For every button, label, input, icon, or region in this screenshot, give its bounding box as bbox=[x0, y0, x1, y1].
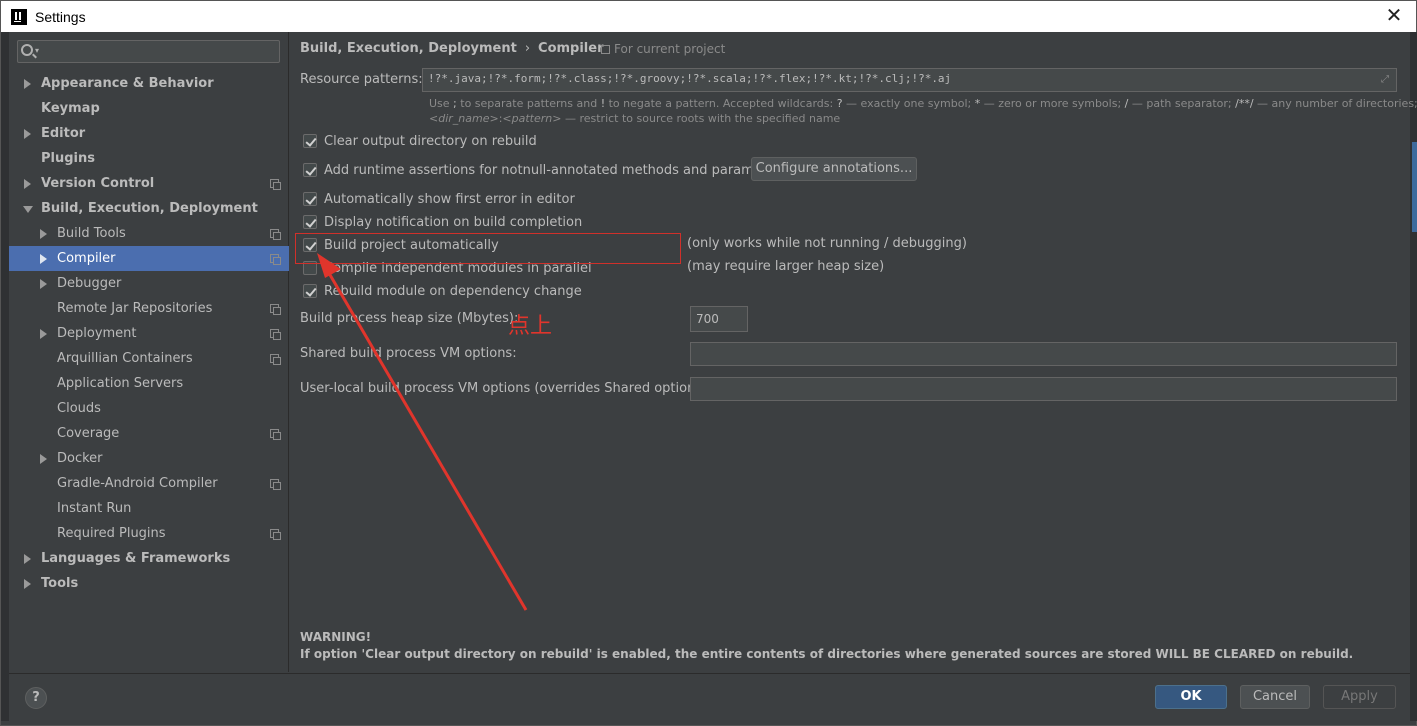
expand-arrow-icon[interactable] bbox=[24, 79, 31, 89]
resource-patterns-label: Resource patterns: bbox=[300, 72, 423, 87]
rebuild-dependency-option[interactable]: Rebuild module on dependency change bbox=[303, 282, 582, 300]
runtime-assertions-option[interactable]: Add runtime assertions for notnull-annot… bbox=[303, 161, 787, 179]
expand-arrow-icon[interactable] bbox=[40, 229, 47, 239]
breadcrumb-separator: › bbox=[524, 41, 531, 56]
collapse-arrow-icon[interactable] bbox=[23, 206, 33, 213]
breadcrumb-current: Compiler bbox=[538, 41, 604, 56]
expand-arrow-icon[interactable] bbox=[40, 454, 47, 464]
sidebar-item-editor[interactable]: Editor bbox=[9, 121, 289, 146]
sidebar-item-languages-frameworks[interactable]: Languages & Frameworks bbox=[9, 546, 289, 571]
settings-sidebar: ▾ Appearance & Behavior Keymap Editor Pl… bbox=[9, 32, 289, 672]
resource-patterns-input[interactable]: !?*.java;!?*.form;!?*.class;!?*.groovy;!… bbox=[422, 68, 1397, 92]
expand-arrow-icon[interactable] bbox=[24, 129, 31, 139]
expand-arrow-icon[interactable] bbox=[40, 254, 47, 264]
display-notification-option[interactable]: Display notification on build completion bbox=[303, 213, 582, 231]
project-scope-icon bbox=[270, 329, 281, 340]
settings-tree: Appearance & Behavior Keymap Editor Plug… bbox=[9, 71, 289, 596]
expand-arrow-icon[interactable] bbox=[24, 579, 31, 589]
shared-vm-input[interactable] bbox=[690, 342, 1397, 366]
sidebar-item-docker[interactable]: Docker bbox=[9, 446, 289, 471]
right-edge bbox=[1410, 32, 1417, 721]
expand-arrow-icon[interactable] bbox=[24, 554, 31, 564]
scope-label: For current project bbox=[601, 42, 725, 56]
help-icon[interactable]: ? bbox=[25, 687, 47, 709]
sidebar-item-plugins[interactable]: Plugins bbox=[9, 146, 289, 171]
compiler-settings-panel: Build, Execution, Deployment › Compiler Fo… bbox=[290, 32, 1417, 672]
highlight-box bbox=[295, 233, 681, 264]
breadcrumb-parent: Build, Execution, Deployment bbox=[300, 41, 517, 56]
sidebar-item-debugger[interactable]: Debugger bbox=[9, 271, 289, 296]
intellij-logo-icon bbox=[11, 8, 27, 25]
sidebar-item-compiler[interactable]: Compiler bbox=[9, 246, 289, 271]
user-vm-input[interactable] bbox=[690, 377, 1397, 401]
sidebar-item-coverage[interactable]: Coverage bbox=[9, 421, 289, 446]
project-scope-icon bbox=[270, 529, 281, 540]
shared-vm-label: Shared build process VM options: bbox=[300, 346, 517, 361]
sidebar-item-deployment[interactable]: Deployment bbox=[9, 321, 289, 346]
sidebar-item-remote-jar-repositories[interactable]: Remote Jar Repositories bbox=[9, 296, 289, 321]
search-icon bbox=[21, 44, 33, 56]
search-input[interactable]: ▾ bbox=[17, 40, 280, 63]
cancel-button[interactable]: Cancel bbox=[1240, 685, 1310, 709]
sidebar-item-build-tools[interactable]: Build Tools bbox=[9, 221, 289, 246]
sidebar-item-required-plugins[interactable]: Required Plugins bbox=[9, 521, 289, 546]
sidebar-item-gradle-android-compiler[interactable]: Gradle-Android Compiler bbox=[9, 471, 289, 496]
display-notification-checkbox[interactable] bbox=[303, 215, 317, 229]
configure-annotations-button[interactable]: Configure annotations... bbox=[751, 157, 917, 181]
sidebar-item-tools[interactable]: Tools bbox=[9, 571, 289, 596]
expand-arrow-icon[interactable] bbox=[40, 279, 47, 289]
compile-parallel-note: (may require larger heap size) bbox=[687, 259, 885, 274]
expand-arrow-icon[interactable] bbox=[40, 329, 47, 339]
show-first-error-checkbox[interactable] bbox=[303, 192, 317, 206]
title-bar: Settings ✕ bbox=[1, 1, 1416, 32]
left-edge bbox=[1, 32, 9, 721]
sidebar-item-instant-run[interactable]: Instant Run bbox=[9, 496, 289, 521]
sidebar-item-version-control[interactable]: Version Control bbox=[9, 171, 289, 196]
heap-size-label: Build process heap size (Mbytes): bbox=[300, 311, 519, 326]
window-title: Settings bbox=[35, 8, 86, 25]
dialog-footer: ? OK Cancel Apply bbox=[9, 673, 1410, 721]
sidebar-item-clouds[interactable]: Clouds bbox=[9, 396, 289, 421]
project-scope-icon bbox=[270, 254, 281, 265]
project-scope-icon bbox=[270, 179, 281, 190]
chevron-down-icon: ▾ bbox=[35, 46, 40, 55]
runtime-assertions-checkbox[interactable] bbox=[303, 163, 317, 177]
resource-patterns-hint: Use ; to separate patterns and ! to nega… bbox=[429, 97, 1417, 125]
close-icon[interactable]: ✕ bbox=[1384, 5, 1404, 26]
sidebar-item-arquillian-containers[interactable]: Arquillian Containers bbox=[9, 346, 289, 371]
project-scope-icon bbox=[270, 354, 281, 365]
ok-button[interactable]: OK bbox=[1155, 685, 1227, 709]
project-scope-icon bbox=[270, 304, 281, 315]
project-scope-icon bbox=[601, 45, 610, 54]
build-automatically-note: (only works while not running / debuggin… bbox=[687, 236, 967, 251]
sidebar-item-appearance[interactable]: Appearance & Behavior bbox=[9, 71, 289, 96]
clear-output-option[interactable]: Clear output directory on rebuild bbox=[303, 132, 537, 150]
project-scope-icon bbox=[270, 229, 281, 240]
heap-size-input[interactable]: 700 bbox=[690, 306, 748, 332]
sidebar-item-build-execution-deployment[interactable]: Build, Execution, Deployment bbox=[9, 196, 289, 221]
apply-button[interactable]: Apply bbox=[1323, 685, 1396, 709]
show-first-error-option[interactable]: Automatically show first error in editor bbox=[303, 190, 575, 208]
project-scope-icon bbox=[270, 429, 281, 440]
project-scope-icon bbox=[270, 479, 281, 490]
warning-message: WARNING! If option 'Clear output directo… bbox=[300, 630, 1354, 661]
sidebar-item-keymap[interactable]: Keymap bbox=[9, 96, 289, 121]
annotation-text: 点上 bbox=[508, 314, 553, 339]
sidebar-item-application-servers[interactable]: Application Servers bbox=[9, 371, 289, 396]
expand-arrow-icon[interactable] bbox=[24, 179, 31, 189]
user-vm-label: User-local build process VM options (ove… bbox=[300, 381, 712, 396]
clear-output-checkbox[interactable] bbox=[303, 134, 317, 148]
rebuild-dependency-checkbox[interactable] bbox=[303, 284, 317, 298]
settings-dialog: Settings ✕ ▾ Appearance & Behavior Keyma… bbox=[0, 0, 1417, 726]
expand-field-icon[interactable]: ⤢ bbox=[1381, 75, 1391, 85]
breadcrumb: Build, Execution, Deployment › Compiler bbox=[300, 41, 604, 56]
